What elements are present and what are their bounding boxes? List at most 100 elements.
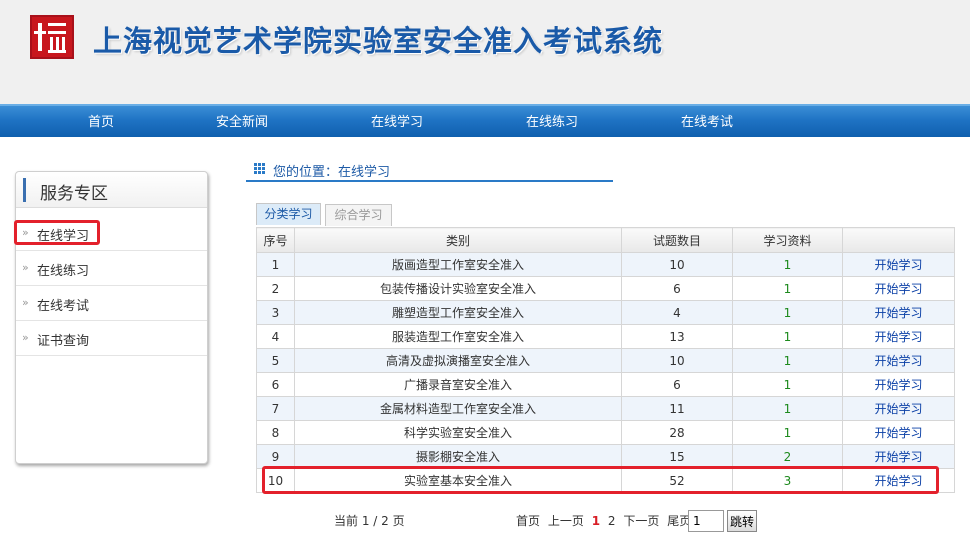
col-header-materials: 学习资料 <box>732 227 843 253</box>
nav-news[interactable]: 安全新闻 <box>216 106 268 137</box>
school-seal-icon <box>30 15 74 59</box>
cell-count: 10 <box>621 252 733 277</box>
service-sidebar: 服务专区 » 在线学习 » 在线练习 » 在线考试 » 证书查询 <box>15 171 208 464</box>
sidebar-item-online-exam[interactable]: » 在线考试 <box>16 286 207 321</box>
nav-online-exam[interactable]: 在线考试 <box>681 106 733 137</box>
nav-online-study[interactable]: 在线学习 <box>371 106 423 137</box>
cell-no: 10 <box>256 468 295 493</box>
pagination: 首页 上一页 1 2 下一页 尾页 <box>516 512 695 529</box>
breadcrumb-text: 您的位置：在线学习 <box>273 165 391 180</box>
start-study-link[interactable]: 开始学习 <box>842 276 955 301</box>
start-study-link[interactable]: 开始学习 <box>842 348 955 373</box>
start-study-link[interactable]: 开始学习 <box>842 420 955 445</box>
tab-category-study[interactable]: 分类学习 <box>256 203 321 225</box>
grid-dots-icon <box>254 163 266 175</box>
cell-count: 10 <box>621 348 733 373</box>
cell-count: 4 <box>621 300 733 325</box>
cell-materials: 1 <box>732 300 843 325</box>
cell-count: 52 <box>621 468 733 493</box>
cell-category: 实验室基本安全准入 <box>294 468 622 493</box>
sidebar-item-label: 在线练习 <box>37 264 90 279</box>
table-row: 10 实验室基本安全准入 52 3 开始学习 <box>256 468 955 493</box>
cell-count: 13 <box>621 324 733 349</box>
start-study-link[interactable]: 开始学习 <box>842 396 955 421</box>
next-page-link[interactable]: 下一页 <box>623 514 659 528</box>
double-chevron-right-icon: » <box>22 261 29 274</box>
breadcrumb: 您的位置：在线学习 <box>246 158 613 182</box>
cell-no: 7 <box>256 396 295 421</box>
table-row: 2 包装传播设计实验室安全准入 6 1 开始学习 <box>256 276 955 301</box>
go-page-button[interactable]: 跳转 <box>727 510 757 532</box>
cell-materials: 1 <box>732 324 843 349</box>
page-info: 当前 1 / 2 页 <box>334 514 405 528</box>
cell-no: 8 <box>256 420 295 445</box>
site-title: 上海视觉艺术学院实验室安全准入考试系统 <box>93 24 664 58</box>
table-row: 1 版画造型工作室安全准入 10 1 开始学习 <box>256 252 955 277</box>
table-header-row: 序号 类别 试题数目 学习资料 <box>256 227 955 253</box>
col-header-no: 序号 <box>256 227 295 253</box>
double-chevron-right-icon: » <box>22 296 29 309</box>
start-study-link[interactable]: 开始学习 <box>842 300 955 325</box>
page-link-1[interactable]: 1 <box>592 514 600 528</box>
double-chevron-right-icon: » <box>22 331 29 344</box>
page-link-2[interactable]: 2 <box>608 514 616 528</box>
sidebar-header: 服务专区 <box>16 172 207 208</box>
start-study-link[interactable]: 开始学习 <box>842 444 955 469</box>
cell-materials: 2 <box>732 444 843 469</box>
col-header-category: 类别 <box>294 227 622 253</box>
cell-materials: 1 <box>732 348 843 373</box>
table-row: 3 雕塑造型工作室安全准入 4 1 开始学习 <box>256 300 955 325</box>
start-study-link[interactable]: 开始学习 <box>842 324 955 349</box>
double-chevron-right-icon: » <box>22 226 29 239</box>
cell-category: 雕塑造型工作室安全准入 <box>294 300 622 325</box>
sidebar-title: 服务专区 <box>40 184 108 204</box>
cell-category: 金属材料造型工作室安全准入 <box>294 396 622 421</box>
cell-materials: 1 <box>732 420 843 445</box>
site-header: 上海视觉艺术学院实验室安全准入考试系统 <box>0 0 970 104</box>
prev-page-link[interactable]: 上一页 <box>548 514 584 528</box>
sidebar-item-label: 在线学习 <box>37 229 90 244</box>
cell-count: 28 <box>621 420 733 445</box>
cell-materials: 1 <box>732 372 843 397</box>
table-row: 4 服装造型工作室安全准入 13 1 开始学习 <box>256 324 955 349</box>
cell-category: 版画造型工作室安全准入 <box>294 252 622 277</box>
sidebar-item-online-practice[interactable]: » 在线练习 <box>16 251 207 286</box>
cell-category: 包装传播设计实验室安全准入 <box>294 276 622 301</box>
table-row: 8 科学实验室安全准入 28 1 开始学习 <box>256 420 955 445</box>
cell-no: 3 <box>256 300 295 325</box>
sidebar-accent-bar <box>23 178 26 202</box>
cell-no: 2 <box>256 276 295 301</box>
sidebar-item-online-study[interactable]: » 在线学习 <box>16 216 207 251</box>
cell-category: 服装造型工作室安全准入 <box>294 324 622 349</box>
nav-home[interactable]: 首页 <box>88 106 114 137</box>
cell-materials: 1 <box>732 252 843 277</box>
first-page-link[interactable]: 首页 <box>516 514 540 528</box>
cell-category: 高清及虚拟演播室安全准入 <box>294 348 622 373</box>
cell-no: 4 <box>256 324 295 349</box>
table-row: 5 高清及虚拟演播室安全准入 10 1 开始学习 <box>256 348 955 373</box>
col-header-action <box>842 227 955 253</box>
cell-materials: 3 <box>732 468 843 493</box>
cell-materials: 1 <box>732 276 843 301</box>
cell-category: 科学实验室安全准入 <box>294 420 622 445</box>
table-row: 7 金属材料造型工作室安全准入 11 1 开始学习 <box>256 396 955 421</box>
page-number-input[interactable] <box>688 510 724 532</box>
cell-category: 广播录音室安全准入 <box>294 372 622 397</box>
start-study-link[interactable]: 开始学习 <box>842 372 955 397</box>
col-header-count: 试题数目 <box>621 227 733 253</box>
cell-no: 1 <box>256 252 295 277</box>
cell-no: 6 <box>256 372 295 397</box>
start-study-link[interactable]: 开始学习 <box>842 468 955 493</box>
study-category-table: 序号 类别 试题数目 学习资料 1 版画造型工作室安全准入 10 1 开始学习 … <box>256 227 955 493</box>
sidebar-item-label: 在线考试 <box>37 299 90 314</box>
start-study-link[interactable]: 开始学习 <box>842 252 955 277</box>
main-nav: 首页 安全新闻 在线学习 在线练习 在线考试 <box>0 104 970 137</box>
nav-online-practice[interactable]: 在线练习 <box>526 106 578 137</box>
cell-no: 9 <box>256 444 295 469</box>
cell-count: 6 <box>621 276 733 301</box>
sidebar-item-certificate-query[interactable]: » 证书查询 <box>16 321 207 356</box>
cell-category: 摄影棚安全准入 <box>294 444 622 469</box>
tab-comprehensive-study[interactable]: 综合学习 <box>325 204 392 226</box>
cell-count: 6 <box>621 372 733 397</box>
table-row: 6 广播录音室安全准入 6 1 开始学习 <box>256 372 955 397</box>
